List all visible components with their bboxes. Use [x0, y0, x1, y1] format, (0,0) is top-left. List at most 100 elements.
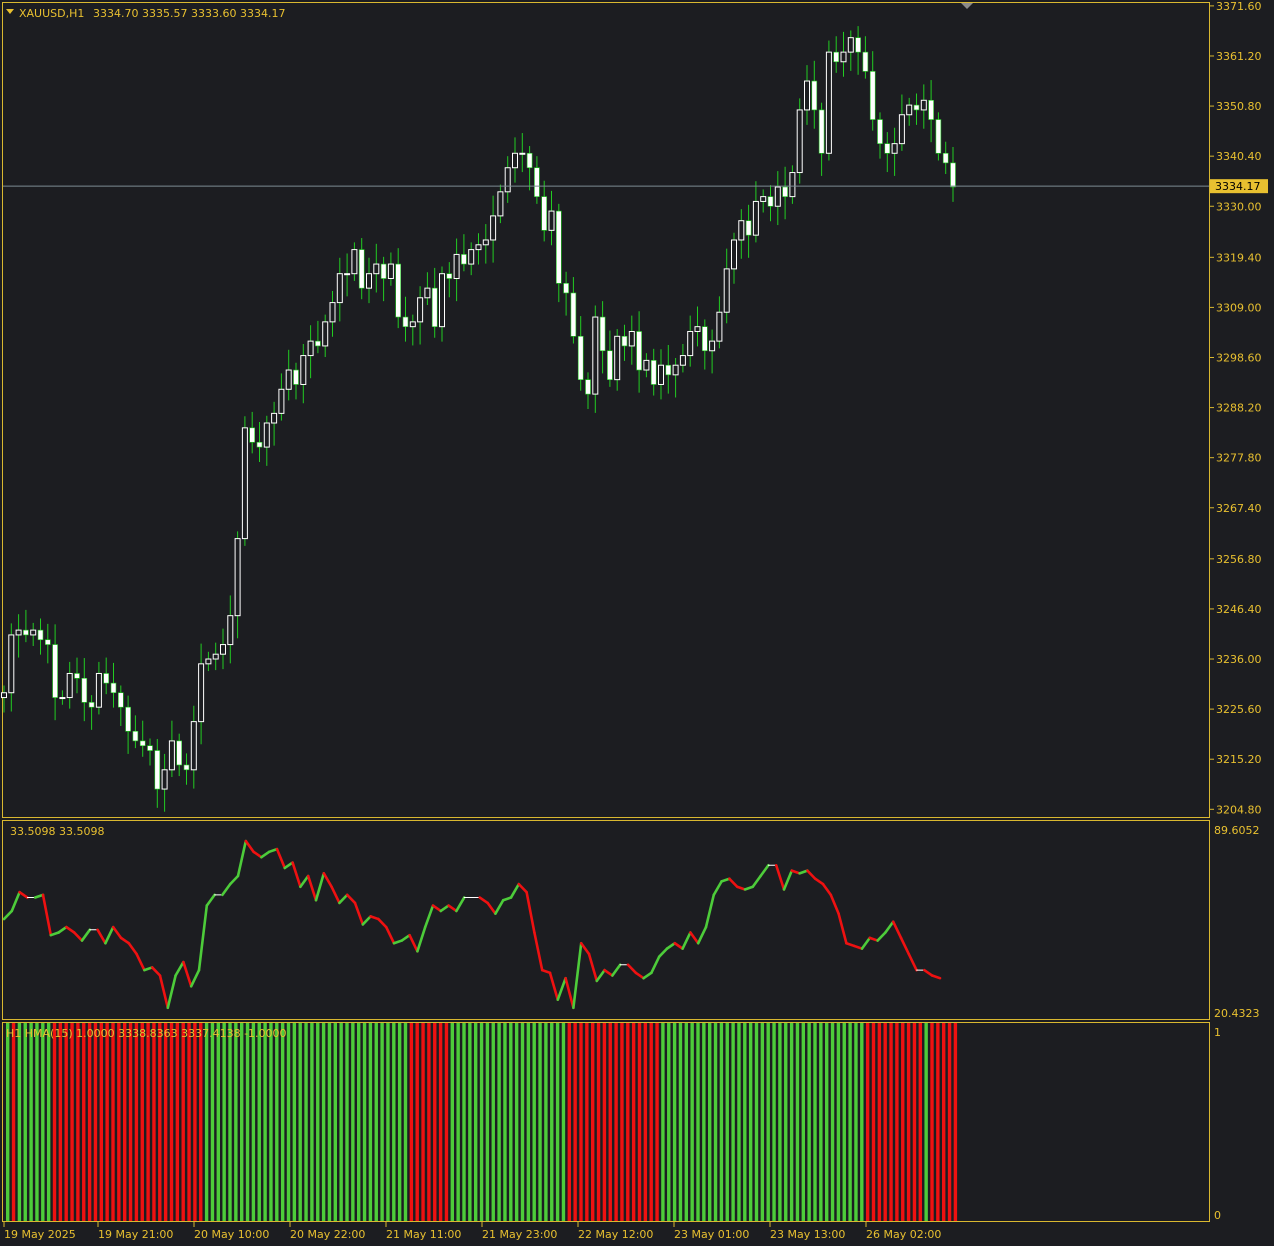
hma-bar — [380, 1023, 384, 1221]
candle-body — [577, 336, 584, 380]
hma-bar — [807, 1023, 811, 1221]
candle-body — [307, 340, 314, 357]
candle-body — [862, 51, 869, 72]
candle-body — [344, 273, 351, 276]
chart-canvas[interactable]: XAUUSD,H1 3334.70 3335.57 3333.60 3334.1… — [0, 0, 1274, 1246]
price-tick-label: 3340.40 — [1216, 150, 1262, 163]
hma-bar — [52, 1023, 57, 1221]
hma-bar — [438, 1023, 443, 1221]
hma-bar — [579, 1023, 583, 1221]
hma-bar — [128, 1023, 133, 1221]
candle-body — [30, 629, 37, 636]
candle-body — [701, 326, 708, 352]
hma-bar — [649, 1023, 653, 1221]
candle-body — [95, 672, 102, 708]
hma-bar — [555, 1023, 560, 1221]
candle-body — [336, 273, 343, 304]
hma-bar — [696, 1023, 700, 1221]
hma-bar — [655, 1023, 659, 1221]
hma-bar — [825, 1023, 829, 1221]
hma-bar — [608, 1023, 612, 1221]
candle-body — [161, 769, 168, 790]
hma-bar — [134, 1023, 139, 1221]
hma-bar — [479, 1023, 484, 1221]
hma-bar — [877, 1023, 882, 1221]
hma-bar — [491, 1023, 495, 1221]
histogram-header: H1 HMA(15) 1.0000 3338.8363 3337.4138 -1… — [6, 1027, 287, 1040]
hma-bar — [362, 1023, 367, 1221]
candle-body — [694, 326, 701, 332]
hma-bar — [82, 1023, 86, 1221]
hma-bar — [737, 1023, 741, 1221]
candle-body — [796, 109, 803, 174]
hma-bar — [667, 1023, 671, 1221]
hma-bar — [158, 1023, 162, 1221]
candle-body — [190, 721, 197, 771]
candle-body — [650, 360, 657, 385]
price-tick-label: 3256.80 — [1216, 553, 1262, 566]
candle-body — [241, 427, 248, 540]
indicator-header: 33.5098 33.5098 — [10, 825, 104, 838]
hma-bar — [6, 1023, 10, 1221]
hma-bar — [760, 1023, 765, 1221]
time-tick-label: 23 May 01:00 — [674, 1228, 749, 1241]
hma-bar — [889, 1023, 893, 1221]
time-tick-label: 20 May 10:00 — [194, 1228, 269, 1241]
hma-bar — [304, 1023, 308, 1221]
candle-body — [66, 672, 73, 699]
candle-body — [811, 80, 818, 111]
hma-bar — [251, 1023, 256, 1221]
hma-bar — [193, 1023, 197, 1221]
candle-body — [555, 210, 562, 284]
hma-bar — [111, 1023, 115, 1221]
candle-body — [752, 200, 759, 236]
candle-body — [855, 37, 861, 53]
hma-bar — [912, 1023, 917, 1221]
candle-body — [417, 297, 424, 323]
hma-bar — [953, 1023, 958, 1221]
price-tick-label: 3350.80 — [1216, 100, 1262, 113]
candle-body — [482, 239, 489, 246]
candle-body — [300, 355, 307, 385]
price-tick-label: 3277.80 — [1216, 452, 1262, 465]
hma-bar — [99, 1023, 103, 1221]
candle-body — [658, 364, 664, 385]
candle-body — [643, 359, 650, 371]
hma-bar — [163, 1023, 168, 1221]
hma-bar — [316, 1023, 320, 1221]
hma-bar — [497, 1023, 501, 1221]
hma-bar — [520, 1023, 525, 1221]
hma-bar — [719, 1023, 724, 1221]
hma-bar — [345, 1023, 349, 1221]
hma-bar — [409, 1023, 414, 1221]
price-tick-label: 3298.60 — [1216, 351, 1262, 364]
hma-bar — [672, 1023, 677, 1221]
hma-bar — [105, 1023, 109, 1221]
candle-body — [15, 629, 22, 636]
candle-body — [614, 335, 621, 381]
hma-bar — [199, 1023, 203, 1221]
candle-body — [424, 287, 431, 299]
candle-body — [774, 186, 781, 207]
hma-bar — [41, 1023, 45, 1221]
histogram-scale-top: 1 — [1214, 1026, 1221, 1039]
hma-bar — [567, 1023, 571, 1221]
candle-body — [44, 639, 51, 645]
hma-bar — [146, 1023, 150, 1221]
candle-body — [687, 330, 694, 357]
hma-bar — [883, 1023, 887, 1221]
hma-bar — [444, 1023, 449, 1221]
candle-body — [767, 196, 774, 207]
hma-bar — [860, 1023, 864, 1221]
hma-bar — [117, 1023, 121, 1221]
hma-bar — [661, 1023, 665, 1221]
hma-bar — [327, 1023, 332, 1221]
hma-bar — [532, 1023, 536, 1221]
hma-bar — [216, 1023, 220, 1221]
candle-body — [913, 104, 920, 111]
candle-body — [380, 263, 387, 279]
hma-bar — [374, 1023, 378, 1221]
hma-bar — [509, 1023, 513, 1221]
candle-body — [249, 427, 255, 443]
candle-body — [88, 702, 95, 708]
